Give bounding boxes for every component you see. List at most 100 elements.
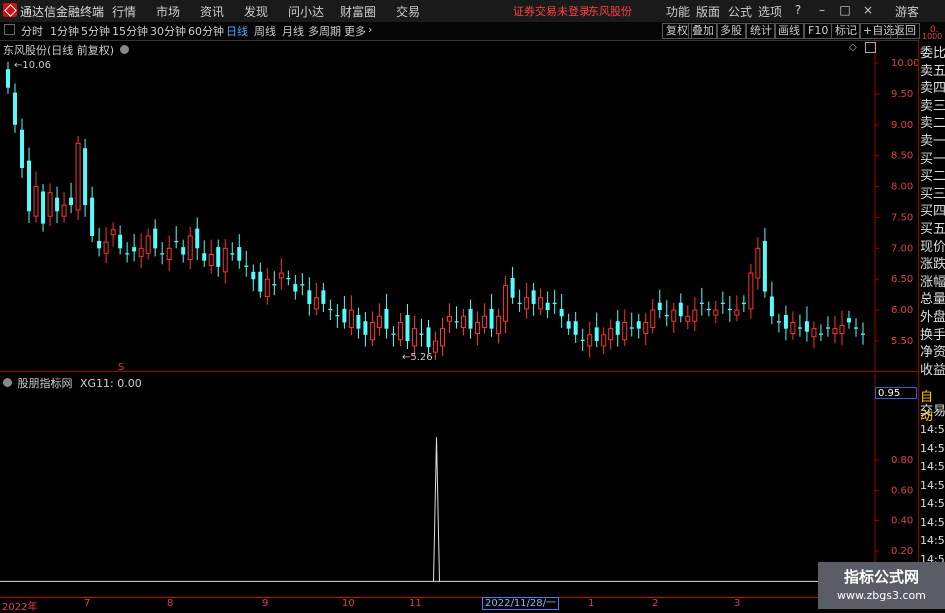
candle-body-down: [356, 315, 361, 329]
help-icon[interactable]: ?: [789, 2, 807, 19]
menu-discover[interactable]: 发现: [244, 3, 268, 20]
indicator-chart[interactable]: 0.80 0.60 0.40 0.20: [0, 373, 918, 597]
quote-label: 换手: [920, 327, 945, 343]
candle-body-down: [384, 308, 389, 329]
period-daily[interactable]: 日线: [226, 23, 248, 39]
menu-formula[interactable]: 公式: [728, 3, 752, 20]
tool-back[interactable]: 返回: [890, 23, 920, 39]
candle-body-up: [145, 235, 151, 254]
candle-body-up: [222, 247, 228, 273]
more-chevron-icon[interactable]: ›: [368, 23, 372, 36]
date-tick: 9: [262, 598, 269, 609]
candle-body-down: [272, 284, 277, 286]
candle-body-down: [174, 240, 179, 243]
tool-overlay[interactable]: 叠加: [688, 23, 718, 39]
date-tick: 2: [652, 598, 659, 609]
candle-body-down: [153, 228, 158, 249]
candle-body-down: [454, 321, 459, 323]
candle-body-down: [762, 240, 767, 292]
candle-body-down: [559, 308, 564, 317]
candle-body-down: [573, 321, 578, 335]
login-status[interactable]: 证券交易未登录: [513, 3, 590, 19]
candle-body-up: [790, 321, 796, 335]
menu-ask-assistant[interactable]: 问小达: [288, 3, 324, 20]
guest-user[interactable]: 游客: [895, 3, 919, 20]
candle-body-up: [538, 297, 544, 310]
period-5min[interactable]: 5分钟: [81, 23, 110, 39]
close-icon[interactable]: ×: [859, 2, 877, 19]
tool-draw-line[interactable]: 画线: [774, 23, 804, 39]
candle-body-up: [447, 315, 453, 322]
date-tick: 3: [734, 598, 741, 609]
candle-body-up: [601, 334, 607, 347]
period-1min[interactable]: 1分钟: [50, 23, 79, 39]
candle-body-up: [166, 247, 172, 260]
candle-body-down: [594, 327, 599, 341]
quote-time: 14:56: [920, 460, 945, 473]
quote-label: 卖五: [920, 63, 945, 79]
tool-f10[interactable]: F10: [804, 23, 833, 39]
tool-multi-stock[interactable]: 多股: [716, 23, 746, 39]
indicator-settings-icon[interactable]: [3, 378, 12, 387]
menu-news[interactable]: 资讯: [200, 3, 224, 20]
chart-settings-icon[interactable]: [119, 45, 129, 54]
chart-diamond-icon[interactable]: ◇: [849, 42, 857, 53]
date-cursor-label: 2022/11/28/一: [482, 597, 560, 610]
candle-body-down: [27, 160, 32, 212]
candle-body-up: [278, 272, 284, 279]
menu-wealth-circle[interactable]: 财富圈: [340, 3, 376, 20]
minimize-icon[interactable]: –: [813, 2, 831, 19]
candle-body-up: [832, 328, 838, 335]
price-tick-label: 9.50: [891, 89, 913, 100]
menu-options[interactable]: 选项: [758, 3, 782, 20]
candle-body-down: [545, 302, 550, 311]
menu-market[interactable]: 市场: [156, 3, 180, 20]
candle-body-up: [650, 309, 656, 328]
candle-body-up: [103, 241, 109, 254]
candle-body-down: [426, 327, 431, 348]
candle-body-up: [503, 284, 509, 322]
candle-body-down: [335, 315, 340, 317]
menu-market-quote[interactable]: 行情: [112, 3, 136, 20]
candle-body-down: [861, 333, 865, 335]
period-monthly[interactable]: 月线: [282, 23, 304, 39]
max-price-annotation: ←10.06: [14, 60, 51, 71]
candle-body-up: [369, 321, 375, 341]
quote-label: 涨幅: [920, 274, 945, 290]
menu-layout[interactable]: 版面: [696, 3, 720, 20]
candle-body-down: [83, 148, 88, 206]
candle-body-down: [636, 321, 641, 329]
chart-expand-icon[interactable]: [865, 42, 876, 53]
candle-body-up: [755, 247, 761, 279]
candlestick-chart[interactable]: 10.00 9.50 9.00 8.50 8.00 7.50 7.00 6.50 6.00 5.5…: [0, 40, 918, 372]
candle-body-up: [587, 334, 593, 347]
candle-body-down: [699, 302, 704, 304]
period-more[interactable]: 更多: [344, 23, 366, 39]
menu-function[interactable]: 功能: [666, 3, 690, 20]
candle-body-down: [97, 240, 102, 249]
candle-body-down: [489, 308, 494, 329]
candle-body-down: [678, 302, 683, 317]
candle-body-down: [510, 277, 515, 298]
period-weekly[interactable]: 周线: [254, 23, 276, 39]
date-tick: 1: [588, 598, 595, 609]
candle-body-down: [293, 284, 298, 292]
candle-body-down: [216, 247, 221, 267]
period-intraday[interactable]: 分时: [21, 23, 43, 39]
candle-body-up: [524, 297, 530, 310]
trade-label[interactable]: 交易: [920, 403, 945, 421]
quote-label: 买二: [920, 169, 945, 185]
period-30min[interactable]: 30分钟: [150, 23, 186, 39]
period-multi[interactable]: 多周期: [308, 23, 341, 39]
tool-statistics[interactable]: 统计: [746, 23, 776, 39]
menu-trade[interactable]: 交易: [396, 3, 420, 20]
maximize-icon[interactable]: □: [836, 2, 854, 19]
quote-time: 14:56: [920, 497, 945, 510]
period-60min[interactable]: 60分钟: [188, 23, 224, 39]
price-tick-label: 5.50: [891, 336, 913, 347]
candle-body-up: [496, 315, 502, 335]
tool-mark[interactable]: 标记: [831, 23, 861, 39]
quote-label: 涨跌: [920, 257, 945, 273]
period-15min[interactable]: 15分钟: [112, 23, 148, 39]
toolbar-toggle-icon[interactable]: [4, 24, 15, 35]
